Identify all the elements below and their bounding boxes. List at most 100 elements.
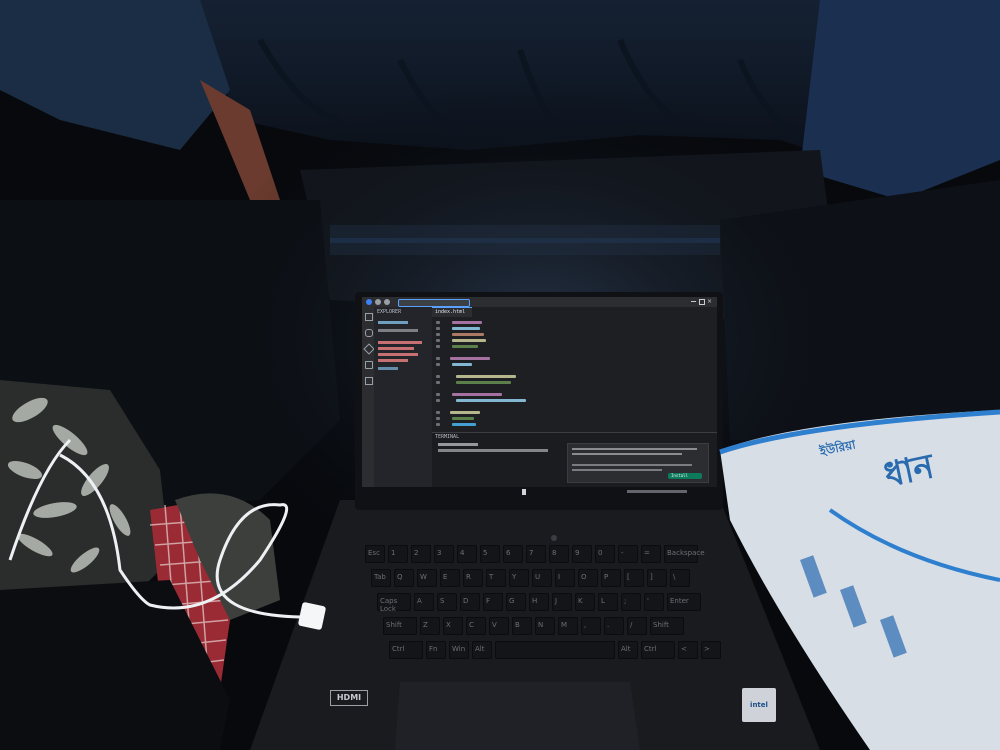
key[interactable]: Q <box>394 569 414 587</box>
key[interactable]: Shift <box>650 617 684 635</box>
install-button[interactable]: Install <box>668 473 702 479</box>
key[interactable] <box>495 641 615 659</box>
key[interactable]: O <box>578 569 598 587</box>
key[interactable]: ] <box>647 569 667 587</box>
key[interactable]: J <box>552 593 572 611</box>
key[interactable]: Fn <box>426 641 446 659</box>
key[interactable]: B <box>512 617 532 635</box>
key[interactable]: A <box>414 593 434 611</box>
sidebar-item[interactable] <box>378 347 414 350</box>
key[interactable]: Alt <box>472 641 492 659</box>
key[interactable]: 1 <box>388 545 408 563</box>
source-control-icon[interactable] <box>363 343 375 355</box>
command-search-input[interactable] <box>398 299 470 307</box>
key[interactable]: Esc <box>365 545 385 563</box>
key[interactable]: Y <box>509 569 529 587</box>
key[interactable]: C <box>466 617 486 635</box>
key[interactable]: Enter <box>667 593 701 611</box>
key-label: 0 <box>598 549 603 557</box>
key-label: \ <box>673 573 676 581</box>
sidebar-item[interactable] <box>378 321 408 324</box>
photo-scene: ধান ইউরিয়া × EXPLORER index.html TERMIN… <box>0 0 1000 750</box>
key[interactable]: Win <box>449 641 469 659</box>
line-number <box>436 345 440 348</box>
key[interactable]: Backspace <box>664 545 705 563</box>
key[interactable]: Shift <box>383 617 417 635</box>
key[interactable]: Z <box>420 617 440 635</box>
key-label: N <box>538 621 544 629</box>
key[interactable]: P <box>601 569 621 587</box>
key[interactable]: 3 <box>434 545 454 563</box>
key[interactable]: 7 <box>526 545 546 563</box>
key[interactable]: 2 <box>411 545 431 563</box>
key-label: [ <box>627 573 630 581</box>
key[interactable]: . <box>604 617 624 635</box>
key[interactable]: [ <box>624 569 644 587</box>
key[interactable]: V <box>489 617 509 635</box>
key[interactable]: H <box>529 593 549 611</box>
key[interactable]: Ctrl <box>389 641 423 659</box>
key[interactable]: M <box>558 617 578 635</box>
key-label: 2 <box>414 549 419 557</box>
key[interactable]: E <box>440 569 460 587</box>
key[interactable]: = <box>641 545 661 563</box>
key[interactable]: U <box>532 569 552 587</box>
files-icon[interactable] <box>365 313 373 321</box>
key[interactable]: F <box>483 593 503 611</box>
key-label: Tab <box>374 573 386 581</box>
key[interactable]: K <box>575 593 595 611</box>
key[interactable]: > <box>701 641 721 659</box>
search-icon[interactable] <box>365 329 373 337</box>
sidebar-item[interactable] <box>378 367 398 370</box>
key[interactable]: 8 <box>549 545 569 563</box>
key[interactable]: \ <box>670 569 690 587</box>
key-label: L <box>601 597 605 605</box>
editor-tab[interactable]: index.html <box>432 307 472 317</box>
text-cursor-icon <box>522 489 526 495</box>
debug-icon[interactable] <box>365 361 373 369</box>
key[interactable]: L <box>598 593 618 611</box>
key[interactable]: 9 <box>572 545 592 563</box>
key[interactable]: Ctrl <box>641 641 675 659</box>
key[interactable]: X <box>443 617 463 635</box>
editor-tab-label: index.html <box>435 309 466 315</box>
key[interactable]: / <box>627 617 647 635</box>
key[interactable]: - <box>618 545 638 563</box>
key[interactable]: , <box>581 617 601 635</box>
key[interactable]: I <box>555 569 575 587</box>
key[interactable]: Caps Lock <box>377 593 411 613</box>
sidebar-item[interactable] <box>378 329 418 332</box>
sidebar-item[interactable] <box>378 353 418 356</box>
minimize-icon <box>691 301 696 302</box>
code-editor[interactable]: index.html <box>432 307 717 432</box>
sidebar-item[interactable] <box>378 359 408 362</box>
key[interactable]: 0 <box>595 545 615 563</box>
code-line <box>450 411 480 414</box>
key[interactable]: D <box>460 593 480 611</box>
sidebar-item[interactable] <box>378 341 422 344</box>
status-bar <box>362 487 717 497</box>
key-label: U <box>535 573 541 581</box>
key[interactable]: Tab <box>371 569 391 587</box>
key-label: H <box>532 597 538 605</box>
key[interactable]: Alt <box>618 641 638 659</box>
key[interactable]: S <box>437 593 457 611</box>
key[interactable]: G <box>506 593 526 611</box>
menu-icon[interactable] <box>375 299 381 305</box>
key[interactable]: W <box>417 569 437 587</box>
extensions-icon[interactable] <box>365 377 373 385</box>
key[interactable]: ; <box>621 593 641 611</box>
notification-toast[interactable]: Install <box>567 443 709 483</box>
key[interactable]: R <box>463 569 483 587</box>
key[interactable]: 4 <box>457 545 477 563</box>
key[interactable]: 6 <box>503 545 523 563</box>
key[interactable]: ' <box>644 593 664 611</box>
line-number <box>436 393 440 396</box>
key[interactable]: < <box>678 641 698 659</box>
key[interactable]: T <box>486 569 506 587</box>
window-controls[interactable]: × <box>691 298 713 305</box>
key[interactable]: 5 <box>480 545 500 563</box>
terminal-panel[interactable]: TERMINAL Install <box>432 432 717 488</box>
key[interactable]: N <box>535 617 555 635</box>
back-icon[interactable] <box>384 299 390 305</box>
